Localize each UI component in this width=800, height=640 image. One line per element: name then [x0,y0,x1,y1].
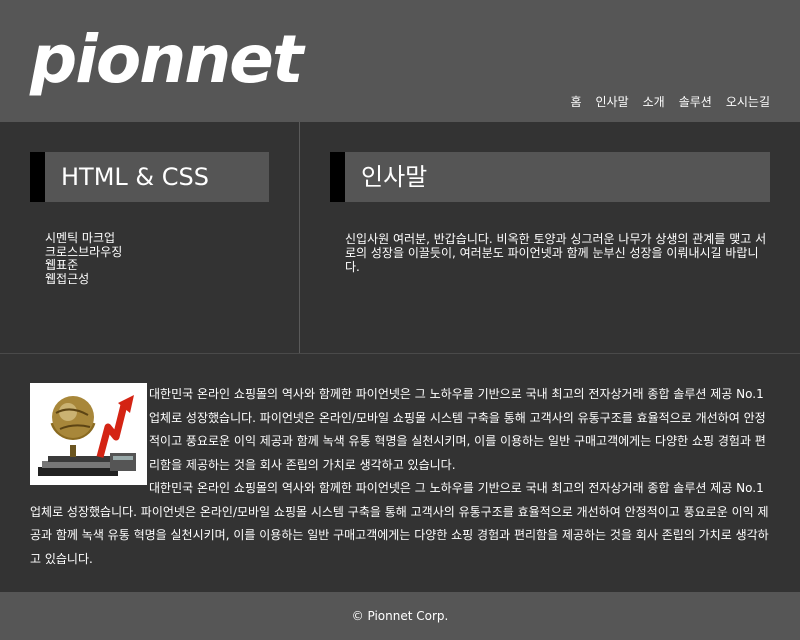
nav-item-home[interactable]: 홈 [570,94,581,110]
site-header: pionnet 홈 인사말 소개 솔루션 오시는길 [0,0,800,122]
copyright-text: © Pionnet Corp. [351,609,449,623]
nav-item-about[interactable]: 소개 [643,94,665,110]
greeting-title-box: 인사말 [330,152,770,202]
list-item: 웹접근성 [45,271,90,286]
list-item: 크로스브라우징 [45,244,123,259]
title-accent-bar [30,152,45,202]
site-footer: © Pionnet Corp. [0,592,800,640]
greeting-text: 신입사원 여러분, 반갑습니다. 비옥한 토양과 싱그러운 나무가 상생의 관계… [345,232,767,274]
html-css-title: HTML & CSS [61,163,209,191]
topic-list: 시멘틱 마크업 크로스브라우징 웹표준 웹접근성 [45,231,123,286]
main-nav: 홈 인사말 소개 솔루션 오시는길 [570,94,770,110]
list-item: 웹표준 [45,258,79,272]
company-description: 대한민국 온라인 쇼핑몰의 역사와 함께한 파이언넷은 그 노하우를 기반으로 … [30,383,770,571]
globe-arrow-graph-icon [30,383,147,485]
html-css-title-box: HTML & CSS [30,152,269,202]
nav-item-location[interactable]: 오시는길 [726,94,770,110]
pionnet-logo[interactable]: pionnet [30,20,303,100]
nav-item-solution[interactable]: 솔루션 [679,94,712,110]
column-divider [299,122,300,353]
nav-item-greeting[interactable]: 인사말 [595,94,628,110]
description-paragraph-2: 대한민국 온라인 쇼핑몰의 역사와 함께한 파이언넷은 그 노하우를 기반으로 … [30,481,769,566]
title-accent-bar [330,152,345,202]
list-item: 시멘틱 마크업 [45,231,116,245]
intro-section: HTML & CSS 시멘틱 마크업 크로스브라우징 웹표준 웹접근성 인사말 … [0,122,800,354]
greeting-title: 인사말 [361,163,428,191]
